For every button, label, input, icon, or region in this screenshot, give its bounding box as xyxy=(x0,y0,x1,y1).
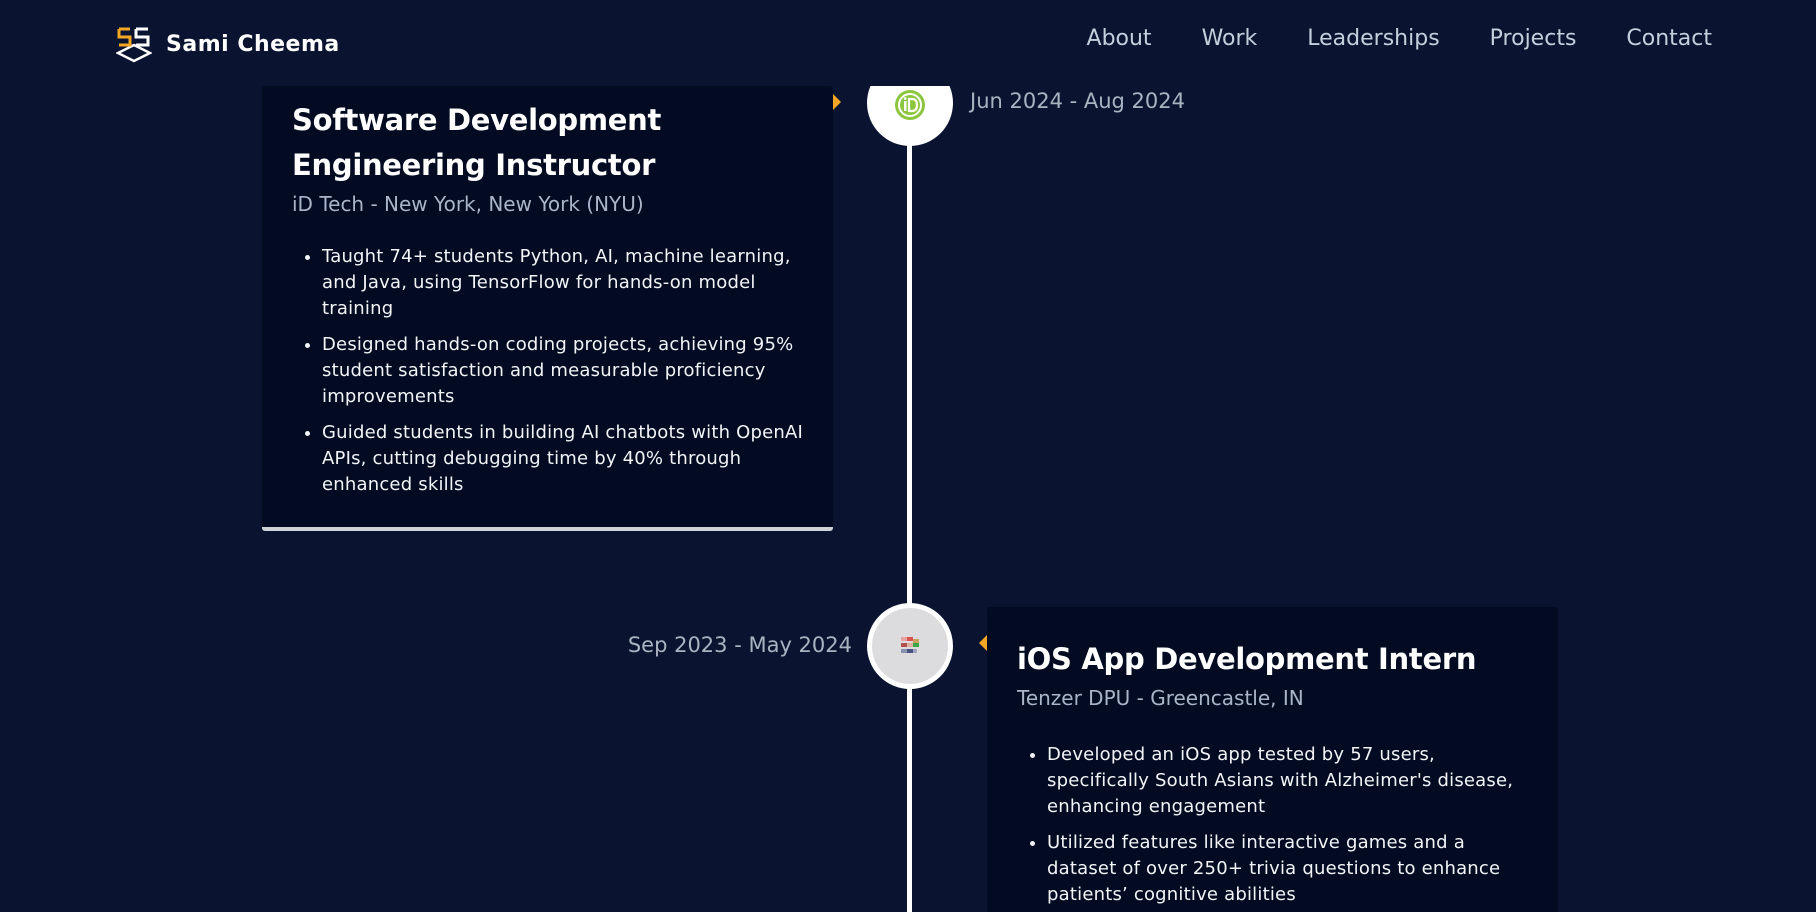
portfolio-page: Sami Cheema About Work Leaderships Proje… xyxy=(0,0,1816,912)
brand-link[interactable]: Sami Cheema xyxy=(116,24,340,64)
navbar: Sami Cheema About Work Leaderships Proje… xyxy=(0,0,1816,86)
experience-point: Designed hands-on coding projects, achie… xyxy=(322,332,803,410)
nav-links: About Work Leaderships Projects Contact xyxy=(1087,26,1712,51)
nav-link-about[interactable]: About xyxy=(1087,26,1152,51)
id-tech-logo-icon xyxy=(895,90,925,120)
timeline-node-tenzer xyxy=(867,603,953,689)
nav-link-work[interactable]: Work xyxy=(1202,26,1258,51)
nav-link-contact[interactable]: Contact xyxy=(1626,26,1712,51)
experience-point: Developed an iOS app tested by 57 users,… xyxy=(1047,742,1528,820)
nav-link-projects[interactable]: Projects xyxy=(1490,26,1577,51)
experience-company: iD Tech - New York, New York (NYU) xyxy=(292,192,644,216)
nav-link-leaderships[interactable]: Leaderships xyxy=(1307,26,1439,51)
experience-card: iOS App Development Intern Tenzer DPU - … xyxy=(979,607,1558,912)
experience-point: Taught 74+ students Python, AI, machine … xyxy=(322,244,803,322)
experience-title: Software Development Engineering Instruc… xyxy=(292,103,662,182)
experience-title: iOS App Development Intern xyxy=(1017,642,1477,676)
brand-name: Sami Cheema xyxy=(166,31,340,57)
card-arrow xyxy=(833,94,841,110)
experience-points: Taught 74+ students Python, AI, machine … xyxy=(292,244,803,498)
experience-point: Guided students in building AI chatbots … xyxy=(322,420,803,498)
experience-company: Tenzer DPU - Greencastle, IN xyxy=(1017,686,1304,710)
experience-points: Developed an iOS app tested by 57 users,… xyxy=(1017,742,1528,908)
experience-date: Jun 2024 - Aug 2024 xyxy=(970,89,1185,113)
experience-point: Utilized features like interactive games… xyxy=(1047,830,1528,908)
experience-date: Sep 2023 - May 2024 xyxy=(627,633,852,657)
tenzer-dpu-logo-icon xyxy=(901,637,919,653)
timeline-line xyxy=(907,86,912,912)
brand-logo-icon xyxy=(116,27,152,63)
card-arrow xyxy=(979,635,987,651)
experience-card: Software Development Engineering Instruc… xyxy=(262,86,841,531)
